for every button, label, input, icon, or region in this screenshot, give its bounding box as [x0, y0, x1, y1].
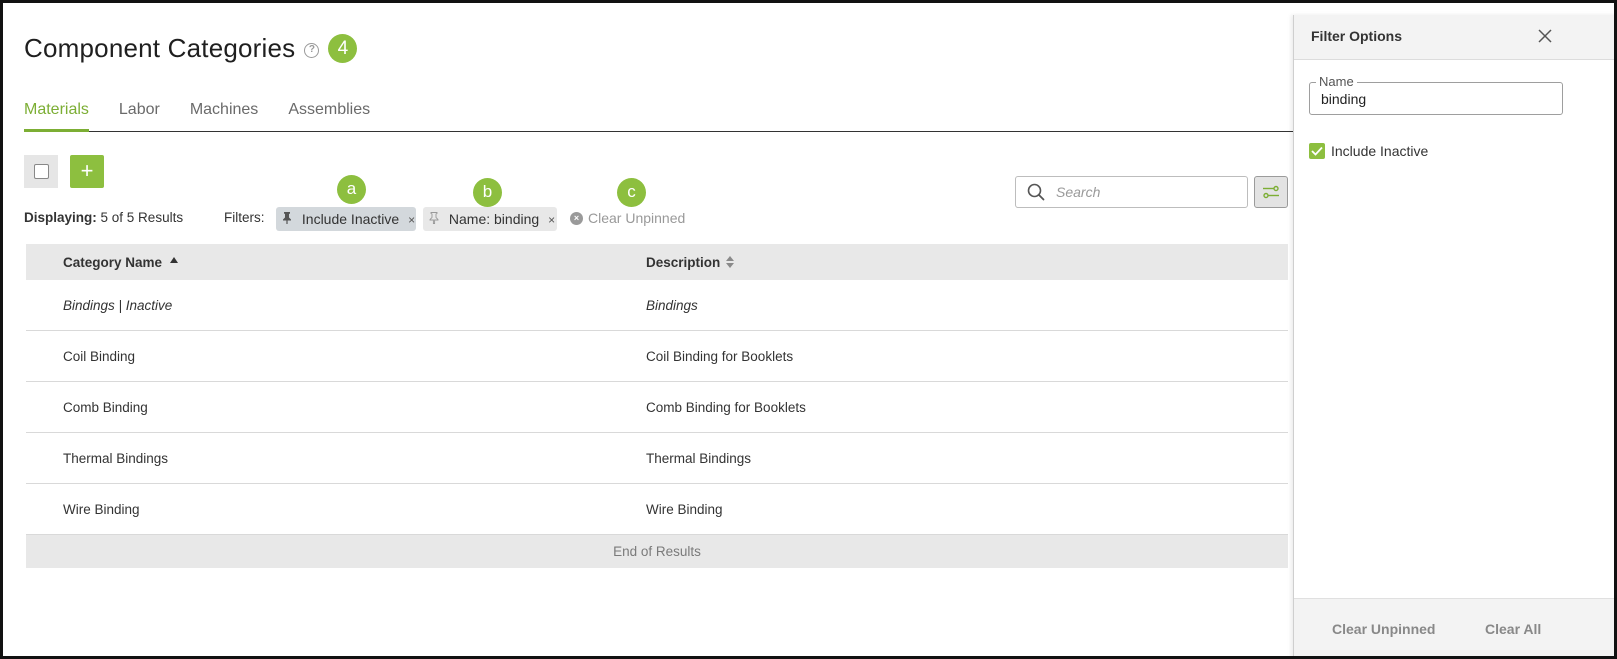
column-header-label: Description: [646, 254, 721, 270]
clear-all-button[interactable]: Clear All: [1485, 621, 1541, 637]
cell-category-name: Wire Binding: [63, 501, 140, 517]
select-all-checkbox-wrapper[interactable]: [24, 155, 58, 188]
count-badge: 4: [328, 34, 358, 63]
unpinned-pin-icon[interactable]: [429, 209, 445, 233]
cell-description: Thermal Bindings: [646, 450, 752, 466]
name-filter-field[interactable]: Name: [1309, 74, 1563, 115]
name-field-label: Name: [1316, 74, 1357, 89]
clear-unpinned-label: Clear Unpinned: [588, 210, 686, 226]
chip-label: Name: binding: [448, 211, 540, 227]
select-all-checkbox[interactable]: [33, 164, 49, 179]
column-header-description[interactable]: Description: [646, 254, 735, 270]
cell-description: Bindings: [646, 297, 698, 313]
add-button[interactable]: +: [70, 155, 104, 188]
sort-icon: [726, 256, 735, 268]
displaying-label: Displaying:: [24, 210, 97, 225]
panel-footer: Clear Unpinned Clear All: [1294, 598, 1614, 656]
search-box[interactable]: [1015, 176, 1248, 208]
search-icon: [1027, 183, 1045, 201]
column-header-category-name[interactable]: Category Name: [26, 255, 646, 270]
main-content: Component Categories ? 4 Materials Labor…: [3, 3, 1336, 656]
cell-description: Coil Binding for Booklets: [646, 348, 794, 364]
panel-title: Filter Options: [1311, 28, 1402, 44]
panel-header: Filter Options: [1294, 15, 1614, 60]
cell-category-name: Thermal Bindings: [63, 450, 169, 466]
app-window: Component Categories ? 4 Materials Labor…: [0, 0, 1617, 659]
pin-icon[interactable]: [282, 209, 298, 233]
filter-chip-include-inactive[interactable]: Include Inactive ×: [276, 207, 416, 231]
cell-description: Wire Binding: [646, 501, 723, 517]
cell-description: Comb Binding for Booklets: [646, 399, 806, 415]
filter-chip-name[interactable]: Name: binding ×: [423, 207, 557, 231]
marker-a: a: [337, 175, 366, 204]
checkbox-checked[interactable]: [1309, 143, 1325, 159]
close-icon[interactable]: [1537, 28, 1553, 44]
tab-labor[interactable]: Labor: [119, 101, 160, 132]
clear-unpinned-button[interactable]: Clear Unpinned: [1332, 621, 1435, 637]
end-of-results: End of Results: [26, 535, 1288, 568]
remove-chip-icon[interactable]: ×: [548, 213, 555, 227]
sort-ascending-icon: [170, 257, 179, 263]
table-row[interactable]: Coil Binding Coil Binding for Booklets: [26, 331, 1288, 382]
filter-options-toggle-button[interactable]: [1254, 176, 1288, 208]
chip-label: Include Inactive: [301, 211, 400, 227]
help-icon[interactable]: ?: [304, 43, 320, 58]
filters-label: Filters:: [224, 210, 265, 225]
tab-assemblies[interactable]: Assemblies: [288, 101, 370, 132]
cell-category-name: Bindings | Inactive: [63, 297, 173, 313]
include-inactive-label: Include Inactive: [1331, 143, 1429, 159]
table-row[interactable]: Wire Binding Wire Binding: [26, 484, 1288, 535]
filter-options-panel: Filter Options Name Include Inactive Cle…: [1293, 15, 1614, 656]
displaying-value: 5 of 5 Results: [100, 210, 184, 225]
title-row: Component Categories ? 4: [24, 33, 358, 64]
clear-circle-icon: ×: [570, 211, 583, 225]
table-row[interactable]: Thermal Bindings Thermal Bindings: [26, 433, 1288, 484]
tab-machines[interactable]: Machines: [190, 101, 258, 132]
categories-table: Category Name Description Bindings | Ina…: [26, 244, 1288, 568]
tab-materials[interactable]: Materials: [24, 101, 89, 132]
table-header: Category Name Description: [26, 244, 1288, 280]
check-icon: [1311, 146, 1323, 156]
cell-category-name: Coil Binding: [63, 348, 136, 364]
table-row[interactable]: Bindings | Inactive Bindings: [26, 280, 1288, 331]
name-filter-input[interactable]: [1319, 90, 1549, 108]
page-title: Component Categories: [24, 33, 296, 63]
marker-b: b: [473, 178, 502, 207]
clear-unpinned-link[interactable]: × Clear Unpinned: [570, 210, 685, 226]
include-inactive-checkbox[interactable]: Include Inactive: [1309, 143, 1428, 159]
table-row[interactable]: Comb Binding Comb Binding for Booklets: [26, 382, 1288, 433]
results-count: Displaying: 5 of 5 Results: [24, 210, 183, 225]
remove-chip-icon[interactable]: ×: [408, 213, 415, 227]
search-input[interactable]: [1054, 183, 1234, 201]
column-header-label: Category Name: [63, 254, 163, 270]
marker-c: c: [617, 178, 646, 207]
cell-category-name: Comb Binding: [63, 399, 148, 415]
filter-settings-icon: [1263, 185, 1279, 199]
category-tabs: Materials Labor Machines Assemblies: [24, 101, 1336, 132]
